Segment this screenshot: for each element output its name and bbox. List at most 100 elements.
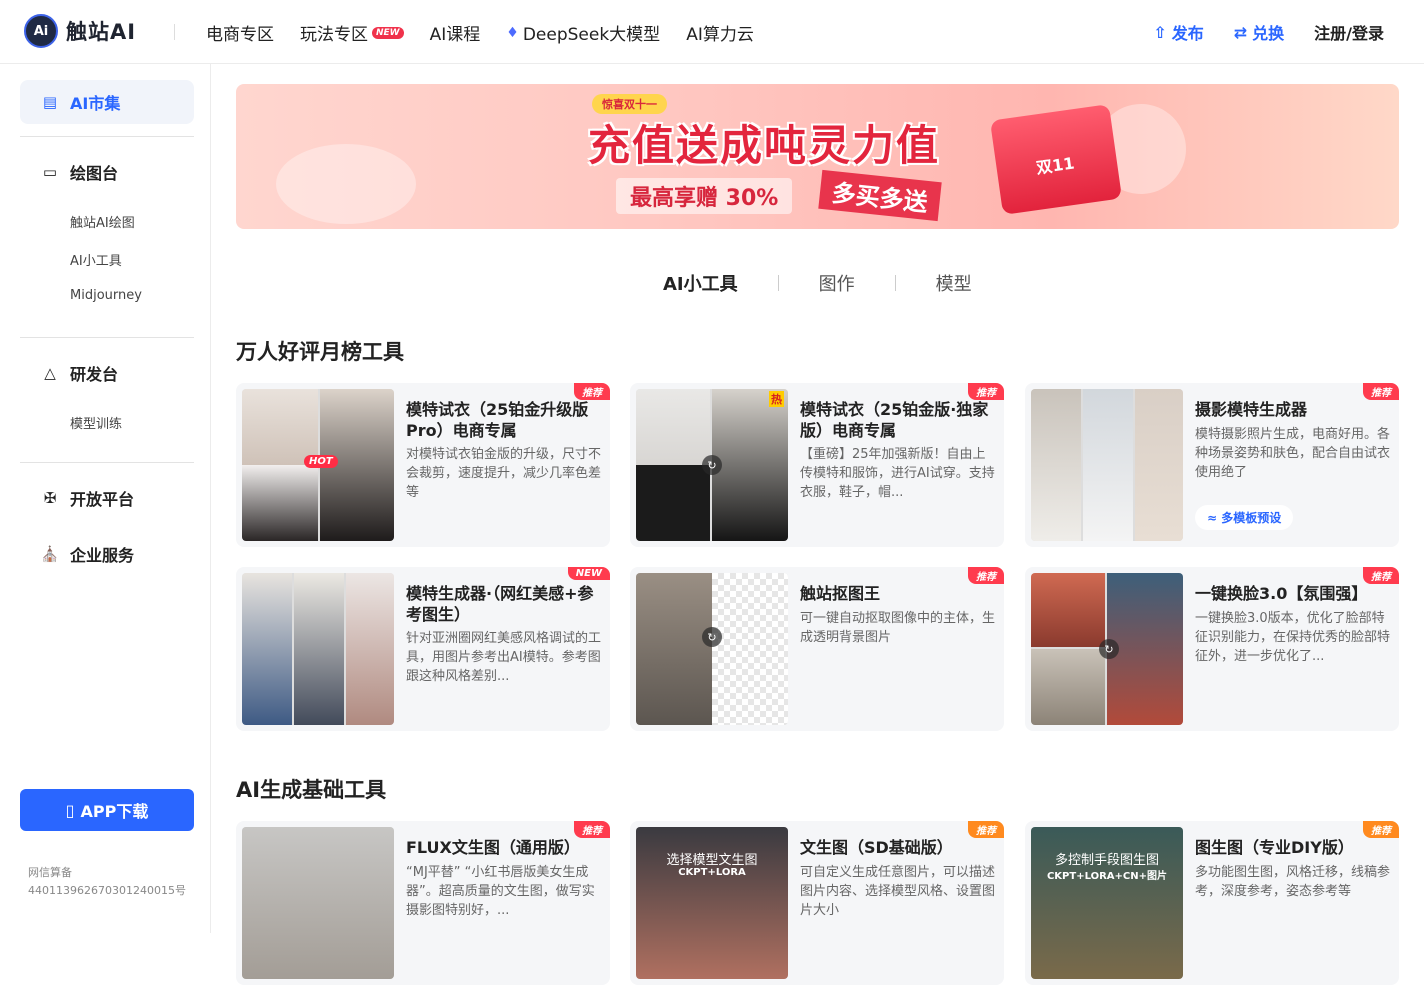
phone-icon: ▯ bbox=[65, 800, 75, 820]
card-description: 一键换脸3.0版本，优化了脸部特征识别能力，在保持优秀的脸部特征外，进一步优化了… bbox=[1195, 611, 1391, 664]
sidebar-item-ai-market[interactable]: ▤ AI市集 bbox=[20, 80, 194, 124]
swap-icon: ↻ bbox=[1099, 639, 1119, 659]
card-title: 图生图（专业DIY版） bbox=[1195, 838, 1354, 857]
card-thumbnail: 热 ↻ bbox=[636, 389, 788, 541]
recommend-badge: 推荐 bbox=[968, 383, 1004, 400]
card-description: 多功能图生图，风格迁移，线稿参考，深度参考，姿态参考等 bbox=[1195, 865, 1391, 899]
card-thumbnail bbox=[242, 573, 394, 725]
card-thumbnail: 多控制手段图生图 CKPT+LORA+CN+图片 bbox=[1031, 827, 1183, 979]
top-header: Ai 触站AI 电商专区 玩法专区 NEW AI课程 ♦ DeepSeek大模型 A… bbox=[0, 0, 1424, 64]
recommend-badge: 推荐 bbox=[574, 821, 610, 838]
hot-badge: HOT bbox=[304, 455, 338, 468]
sidebar-divider bbox=[20, 136, 194, 137]
thumb-caption: 选择模型文生图 bbox=[666, 853, 758, 868]
building-icon: ⛪ bbox=[40, 545, 60, 563]
logo-text: 触站AI bbox=[66, 20, 137, 44]
sidebar-item-open-platform[interactable]: ✠ 开放平台 bbox=[40, 486, 134, 510]
canvas-icon: ▭ bbox=[42, 163, 58, 181]
tab-ai-tools[interactable]: AI小工具 bbox=[663, 270, 778, 296]
swap-icon: ↻ bbox=[702, 455, 722, 475]
network-icon: ✠ bbox=[43, 489, 57, 507]
nav-play[interactable]: 玩法专区 NEW bbox=[300, 20, 404, 45]
recommend-badge: 推荐 bbox=[574, 383, 610, 400]
card-title: 文生图（SD基础版） bbox=[800, 838, 953, 857]
tool-card[interactable]: ↻ 推荐 一键换脸3.0【氛围强】 一键换脸3.0版本，优化了脸部特征识别能力，… bbox=[1025, 567, 1399, 731]
content-tabs: AI小工具 图作 模型 bbox=[663, 270, 1012, 296]
banner-title: 充值送成吨灵力值 bbox=[588, 121, 941, 170]
tool-card[interactable]: 推荐 摄影模特生成器 模特摄影照片生成，电商好用。各种场景姿势和肤色，配合自由试… bbox=[1025, 383, 1399, 547]
tool-card[interactable]: 热 ↻ 推荐 模特试衣（25铂金版·独家版）电商专属 【重磅】25年加强新版！自… bbox=[630, 383, 1004, 547]
sidebar-sub-midjourney[interactable]: Midjourney bbox=[70, 288, 142, 303]
recommend-badge: 推荐 bbox=[968, 821, 1004, 838]
card-thumbnail: 选择模型文生图 CKPT+LORA bbox=[636, 827, 788, 979]
card-title: 触站抠图王 bbox=[800, 584, 881, 603]
recommend-badge: 推荐 bbox=[1363, 567, 1399, 584]
sidebar-divider bbox=[20, 462, 194, 463]
sidebar-item-enterprise[interactable]: ⛪ 企业服务 bbox=[40, 542, 134, 566]
sidebar-sub-model-training[interactable]: 模型训练 bbox=[70, 413, 122, 432]
tool-card[interactable]: HOT 推荐 模特试衣（25铂金升级版Pro）电商专属 对模特试衣铂金版的升级，… bbox=[236, 383, 610, 547]
publish-button[interactable]: ⇧ 发布 bbox=[1153, 20, 1203, 44]
main-nav: 电商专区 玩法专区 NEW AI课程 ♦ DeepSeek大模型 AI算力云 bbox=[206, 20, 754, 46]
nav-deepseek[interactable]: ♦ DeepSeek大模型 bbox=[506, 20, 660, 46]
tool-card[interactable]: 推荐 FLUX文生图（通用版） “MJ平替” “小红书唇版美女生成器”。超高质量… bbox=[236, 821, 610, 985]
recommend-badge: 推荐 bbox=[968, 567, 1004, 584]
card-thumbnail: ↻ bbox=[636, 573, 788, 725]
exchange-icon: ⇄ bbox=[1233, 22, 1248, 42]
card-description: 对模特试衣铂金版的升级，尺寸不会裁剪，速度提升，减少几率色差等 bbox=[406, 447, 602, 500]
sidebar-sub-ai-tools[interactable]: AI小工具 bbox=[70, 250, 122, 269]
upload-icon: ⇧ bbox=[1153, 22, 1167, 42]
nav-compute-cloud[interactable]: AI算力云 bbox=[686, 20, 754, 45]
recommend-badge: 推荐 bbox=[1363, 383, 1399, 400]
banner-slogan: 多买多送 bbox=[818, 169, 942, 222]
swap-icon: ↻ bbox=[702, 627, 722, 647]
tool-card[interactable]: 选择模型文生图 CKPT+LORA 推荐 文生图（SD基础版） 可自定义生成任意… bbox=[630, 821, 1004, 985]
section-title-basic-tools: AI生成基础工具 bbox=[236, 778, 387, 802]
market-icon: ▤ bbox=[42, 93, 58, 111]
card-title: 模特试衣（25铂金升级版Pro）电商专属 bbox=[406, 400, 589, 440]
card-title: 摄影模特生成器 bbox=[1195, 400, 1308, 419]
hot-badge: 热 bbox=[769, 391, 784, 407]
new-badge: NEW bbox=[372, 26, 404, 39]
app-download-button[interactable]: ▯ APP下载 bbox=[20, 789, 194, 831]
login-button[interactable]: 注册/登录 bbox=[1314, 20, 1384, 44]
header-divider bbox=[174, 24, 175, 40]
tool-card[interactable]: 多控制手段图生图 CKPT+LORA+CN+图片 推荐 图生图（专业DIY版） … bbox=[1025, 821, 1399, 985]
tool-card[interactable]: ↻ 推荐 触站抠图王 可一键自动抠取图像中的主体，生成透明背景图片 bbox=[630, 567, 1004, 731]
sidebar-item-drawing[interactable]: ▭ 绘图台 bbox=[40, 160, 118, 184]
tab-works[interactable]: 图作 bbox=[779, 270, 895, 296]
promo-banner[interactable]: 惊喜双十一 充值送成吨灵力值 最高享赠 30% 多买多送 双11 bbox=[236, 84, 1399, 229]
tool-card[interactable]: NEW 模特生成器·（网红美感+参考图生） 针对亚洲圈网红美感风格调试的工具，用… bbox=[236, 567, 610, 731]
section-title-top-tools: 万人好评月榜工具 bbox=[236, 340, 404, 364]
card-thumbnail bbox=[1031, 389, 1183, 541]
card-description: 针对亚洲圈网红美感风格调试的工具，用图片参考出AI模特。参考图跟这种风格差别..… bbox=[406, 631, 602, 684]
whale-icon: ♦ bbox=[506, 24, 519, 41]
recommend-badge: 推荐 bbox=[1363, 821, 1399, 838]
card-title: FLUX文生图（通用版） bbox=[406, 838, 580, 857]
layers-icon: ≈ bbox=[1207, 511, 1222, 525]
nav-courses[interactable]: AI课程 bbox=[430, 20, 481, 45]
icp-filing: 网信算备 440113962670301240015号 bbox=[28, 866, 186, 897]
card-thumbnail bbox=[242, 827, 394, 979]
header-actions: ⇧ 发布 ⇄ 兑换 注册/登录 bbox=[1153, 20, 1384, 44]
tab-models[interactable]: 模型 bbox=[896, 270, 1012, 296]
thumb-caption-sub: CKPT+LORA bbox=[678, 867, 746, 878]
logo-mark: Ai bbox=[24, 14, 58, 48]
card-description: 【重磅】25年加强新版！自由上传模特和服饰，进行AI试穿。支持衣服，鞋子，帽..… bbox=[800, 447, 995, 500]
thumb-caption: 多控制手段图生图 bbox=[1054, 853, 1159, 868]
nav-ecommerce[interactable]: 电商专区 bbox=[206, 20, 274, 45]
thumb-caption-sub: CKPT+LORA+CN+图片 bbox=[1046, 871, 1168, 882]
banner-tag: 惊喜双十一 bbox=[592, 94, 667, 114]
card-thumbnail: HOT bbox=[242, 389, 394, 541]
sidebar-sub-ai-drawing[interactable]: 触站AI绘图 bbox=[70, 212, 135, 231]
card-thumbnail: ↻ bbox=[1031, 573, 1183, 725]
sidebar-item-rnd[interactable]: △ 研发台 bbox=[40, 361, 118, 385]
card-title: 模特生成器·（网红美感+参考图生） bbox=[406, 584, 594, 624]
card-description: 可自定义生成任意图片，可以描述图片内容、选择模型风格、设置图片大小 bbox=[800, 865, 996, 918]
new-badge: NEW bbox=[567, 567, 610, 580]
template-preset-button[interactable]: ≈ 多模板预设 bbox=[1195, 505, 1294, 530]
banner-cloud-decor bbox=[276, 144, 416, 224]
logo[interactable]: Ai 触站AI bbox=[24, 14, 136, 48]
redeem-button[interactable]: ⇄ 兑换 bbox=[1234, 20, 1284, 44]
card-title: 一键换脸3.0【氛围强】 bbox=[1195, 584, 1368, 603]
